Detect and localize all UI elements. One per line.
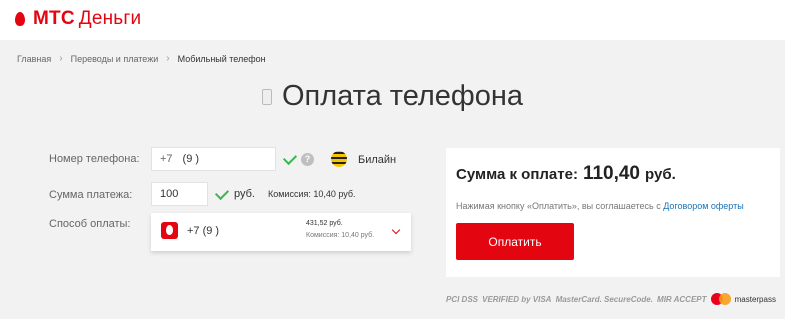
operator-name: Билайн [358, 154, 397, 166]
masterpass-text: masterpass [734, 294, 776, 304]
page-title: Оплата телефона [281, 80, 524, 112]
verified-by-visa-logo: VERIFIED by VISA [482, 294, 552, 304]
method-phone: +7 (9 ) [187, 225, 220, 237]
phone-input[interactable]: +7 (9 ) [151, 147, 276, 171]
method-balance: 431,52 руб. [306, 220, 343, 227]
sum-value: 110,40 [582, 163, 641, 184]
phone-icon [261, 88, 272, 105]
sum-line: Сумма к оплате: 110,40 руб. [456, 163, 676, 185]
sum-currency: руб. [645, 166, 676, 183]
mts-egg-icon [15, 12, 25, 26]
pci-dss-logo: PCI DSS [446, 294, 479, 304]
phone-valid-check-icon [282, 150, 298, 166]
header: МТС Деньги [0, 0, 785, 40]
beeline-logo-icon [331, 151, 347, 167]
phone-value: (9 ) [182, 153, 200, 165]
mir-accept-logo: MIR ACCEPT [657, 294, 707, 304]
breadcrumb-payments[interactable]: Переводы и платежи [71, 54, 159, 64]
help-icon[interactable]: ? [301, 153, 314, 166]
chevron-right-icon: › [59, 53, 63, 64]
summary-card: Сумма к оплате: 110,40 руб. Нажимая кноп… [446, 148, 780, 277]
mts-logo[interactable]: МТС Деньги [15, 8, 141, 30]
chevron-down-icon[interactable] [391, 225, 401, 235]
amount-valid-check-icon [214, 185, 230, 201]
masterpass-logo: masterpass [710, 293, 776, 305]
brand-text: МТС Деньги [33, 8, 141, 30]
amount-label: Сумма платежа: [49, 189, 133, 201]
phone-prefix: +7 [160, 153, 173, 165]
sum-label: Сумма к оплате: [456, 166, 578, 183]
agreement-prefix: Нажимая кнопку «Оплатить», вы соглашаете… [456, 201, 661, 211]
payment-logos: PCI DSS VERIFIED by VISA MasterCard. Sec… [446, 287, 780, 311]
brand-sub: Деньги [78, 8, 142, 29]
pay-button[interactable]: Оплатить [456, 223, 574, 260]
method-commission: Комиссия: 10,40 руб. [306, 232, 375, 239]
mts-account-icon [161, 222, 178, 239]
method-label: Способ оплаты: [49, 218, 131, 230]
phone-label: Номер телефона: [49, 153, 140, 165]
payment-method-select[interactable]: +7 (9 ) 431,52 руб. Комиссия: 10,40 руб. [151, 213, 411, 251]
breadcrumb-current: Мобильный телефон [177, 53, 266, 64]
mastercard-securecode-logo: MasterCard. SecureCode. [555, 294, 653, 304]
breadcrumb-home[interactable]: Главная [17, 54, 51, 64]
commission-text: Комиссия: 10,40 руб. [268, 189, 356, 199]
amount-input[interactable]: 100 [151, 182, 208, 206]
masterpass-icon [710, 293, 731, 305]
brand-main: МТС [33, 8, 75, 29]
title-row: Оплата телефона [0, 80, 785, 113]
offer-link[interactable]: Договором оферты [663, 201, 744, 211]
amount-currency: руб. [234, 188, 255, 200]
chevron-right-icon: › [166, 53, 170, 64]
breadcrumb: Главная › Переводы и платежи › Мобильный… [17, 53, 266, 64]
agreement-text: Нажимая кнопку «Оплатить», вы соглашаете… [456, 201, 744, 211]
